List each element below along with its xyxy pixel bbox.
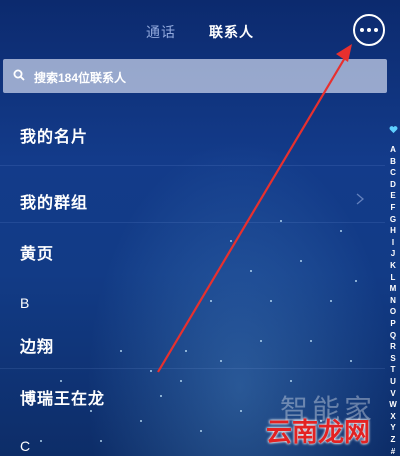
index-letter[interactable]: S xyxy=(386,354,400,363)
search-icon xyxy=(13,69,25,81)
index-letter[interactable]: A xyxy=(386,145,400,154)
chevron-right-icon xyxy=(356,193,365,205)
section-header-c: C xyxy=(20,438,31,454)
section-header-b: B xyxy=(20,295,30,311)
list-item-my-card[interactable]: 我的名片 xyxy=(20,123,88,147)
watermark-site: 云南龙网 xyxy=(266,417,371,447)
tab-contacts[interactable]: 联系人 xyxy=(209,22,254,42)
index-letter[interactable]: B xyxy=(386,157,400,166)
tab-calls[interactable]: 通话 xyxy=(146,22,176,42)
index-letter[interactable]: W xyxy=(386,400,400,409)
contact-item[interactable]: 博瑞王在龙 xyxy=(20,385,105,409)
search-placeholder: 搜索184位联系人 xyxy=(34,71,127,85)
contact-item[interactable]: 边翔 xyxy=(20,333,54,357)
index-letter[interactable]: T xyxy=(386,365,400,374)
index-letter[interactable]: J xyxy=(386,249,400,258)
index-letter[interactable]: V xyxy=(386,389,400,398)
more-options-button[interactable] xyxy=(353,14,385,46)
list-item-yellow-pages[interactable]: 黄页 xyxy=(20,240,54,264)
index-letter[interactable]: F xyxy=(386,203,400,212)
index-letter[interactable]: # xyxy=(386,447,400,456)
divider xyxy=(0,368,385,369)
search-bar[interactable]: 搜索184位联系人 xyxy=(3,59,387,93)
index-letter[interactable]: X xyxy=(386,412,400,421)
index-letter[interactable]: K xyxy=(386,261,400,270)
index-letter[interactable]: R xyxy=(386,342,400,351)
index-letter[interactable]: Z xyxy=(386,435,400,444)
index-letter[interactable]: E xyxy=(386,191,400,200)
index-letter[interactable]: O xyxy=(386,307,400,316)
index-letter[interactable]: Q xyxy=(386,331,400,340)
index-letter[interactable]: U xyxy=(386,377,400,386)
index-letter[interactable]: H xyxy=(386,226,400,235)
alphabet-index[interactable]: A B C D E F G H I J K L M N O P Q R S T U V W X Y Z # xyxy=(386,125,400,456)
list-item-my-groups[interactable]: 我的群组 xyxy=(20,189,88,213)
index-letter[interactable]: I xyxy=(386,238,400,247)
more-dots-icon xyxy=(360,28,364,32)
index-letter[interactable]: P xyxy=(386,319,400,328)
top-bar: 通话 联系人 xyxy=(0,0,400,60)
index-letter[interactable]: Y xyxy=(386,423,400,432)
index-letter[interactable]: C xyxy=(386,168,400,177)
index-letter[interactable]: D xyxy=(386,180,400,189)
index-letter[interactable]: L xyxy=(386,273,400,282)
index-letter[interactable]: M xyxy=(386,284,400,293)
index-letter[interactable]: N xyxy=(386,296,400,305)
divider xyxy=(0,222,385,223)
heart-icon xyxy=(389,126,398,134)
divider xyxy=(0,165,385,166)
index-letter[interactable]: G xyxy=(386,215,400,224)
